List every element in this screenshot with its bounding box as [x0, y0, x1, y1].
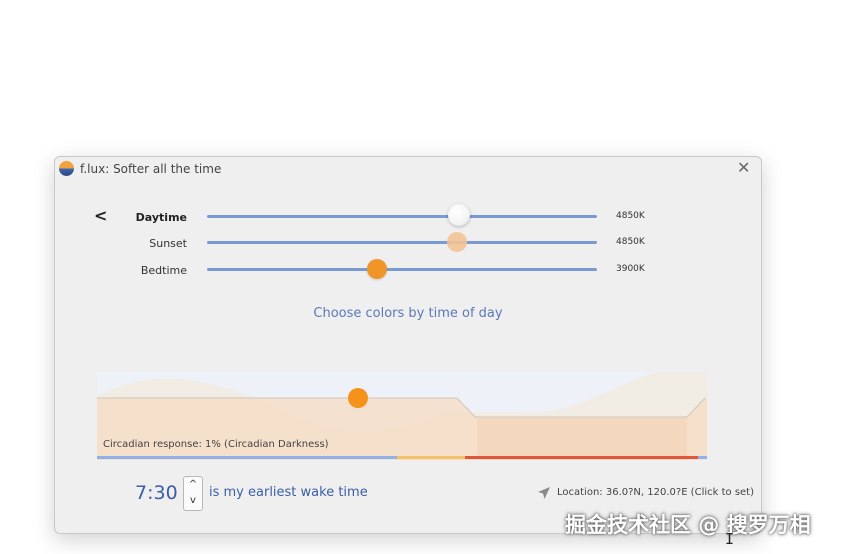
- daytime-kelvin-value: 4850K: [616, 211, 645, 221]
- timeline-bar-day: [97, 456, 397, 459]
- title-bar: f.lux: Softer all the time ✕: [55, 157, 761, 183]
- choose-colors-link[interactable]: Choose colors by time of day: [55, 306, 761, 321]
- bedtime-kelvin-value: 3900K: [616, 264, 645, 274]
- flux-window: f.lux: Softer all the time ✕ < Daytime 4…: [54, 156, 762, 534]
- spin-up-button[interactable]: ^: [184, 477, 202, 493]
- slider-label-sunset: Sunset: [149, 237, 187, 250]
- sunset-slider-track[interactable]: [207, 241, 597, 244]
- sunset-slider-thumb[interactable]: [447, 232, 467, 252]
- text-cursor-icon: I: [725, 530, 735, 548]
- daytime-slider-track[interactable]: [207, 215, 597, 218]
- window-title: f.lux: Softer all the time: [80, 162, 222, 176]
- timeline-bar-night: [465, 456, 698, 459]
- timeline-bar-morning: [698, 456, 707, 459]
- flux-logo-icon: [59, 161, 74, 176]
- close-icon[interactable]: ✕: [737, 158, 750, 177]
- wake-time-spinner[interactable]: ^ v: [183, 476, 203, 511]
- slider-label-daytime: Daytime: [135, 211, 187, 224]
- bedtime-slider-track[interactable]: [207, 268, 597, 271]
- wake-time-value[interactable]: 7:30: [135, 482, 178, 504]
- sunset-kelvin-value: 4850K: [616, 237, 645, 247]
- wake-time-label: is my earliest wake time: [209, 485, 368, 500]
- bedtime-slider-thumb[interactable]: [367, 259, 387, 279]
- circadian-response-text: Circadian response: 1% (Circadian Darkne…: [103, 439, 329, 450]
- daytime-slider-thumb[interactable]: [448, 204, 470, 226]
- sun-position-marker[interactable]: [348, 388, 368, 408]
- slider-label-bedtime: Bedtime: [140, 264, 187, 277]
- location-link[interactable]: Location: 36.0?N, 120.0?E (Click to set): [557, 487, 754, 498]
- spin-down-button[interactable]: v: [184, 493, 202, 509]
- timeline-bar-sunset: [397, 456, 465, 459]
- watermark-text: 掘金技术社区 @ 搜罗万相: [565, 513, 811, 537]
- location-arrow-icon[interactable]: [537, 486, 551, 500]
